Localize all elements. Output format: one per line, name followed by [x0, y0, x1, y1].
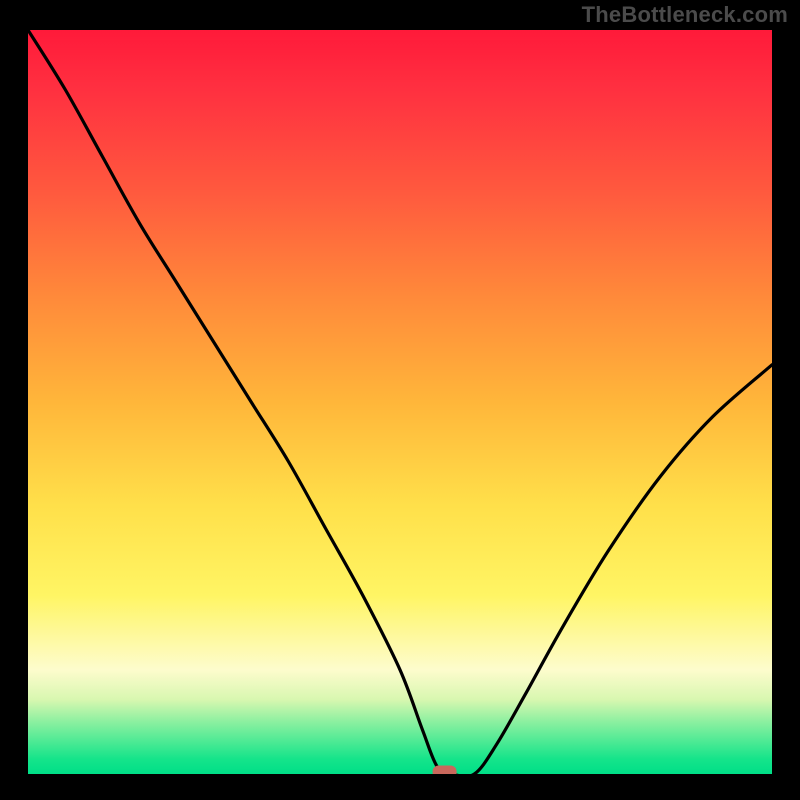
watermark-text: TheBottleneck.com [582, 2, 788, 28]
plot-area [28, 30, 772, 774]
minimum-marker [433, 766, 457, 775]
curve-svg [28, 30, 772, 774]
chart-frame: TheBottleneck.com [0, 0, 800, 800]
bottleneck-curve [28, 30, 772, 774]
